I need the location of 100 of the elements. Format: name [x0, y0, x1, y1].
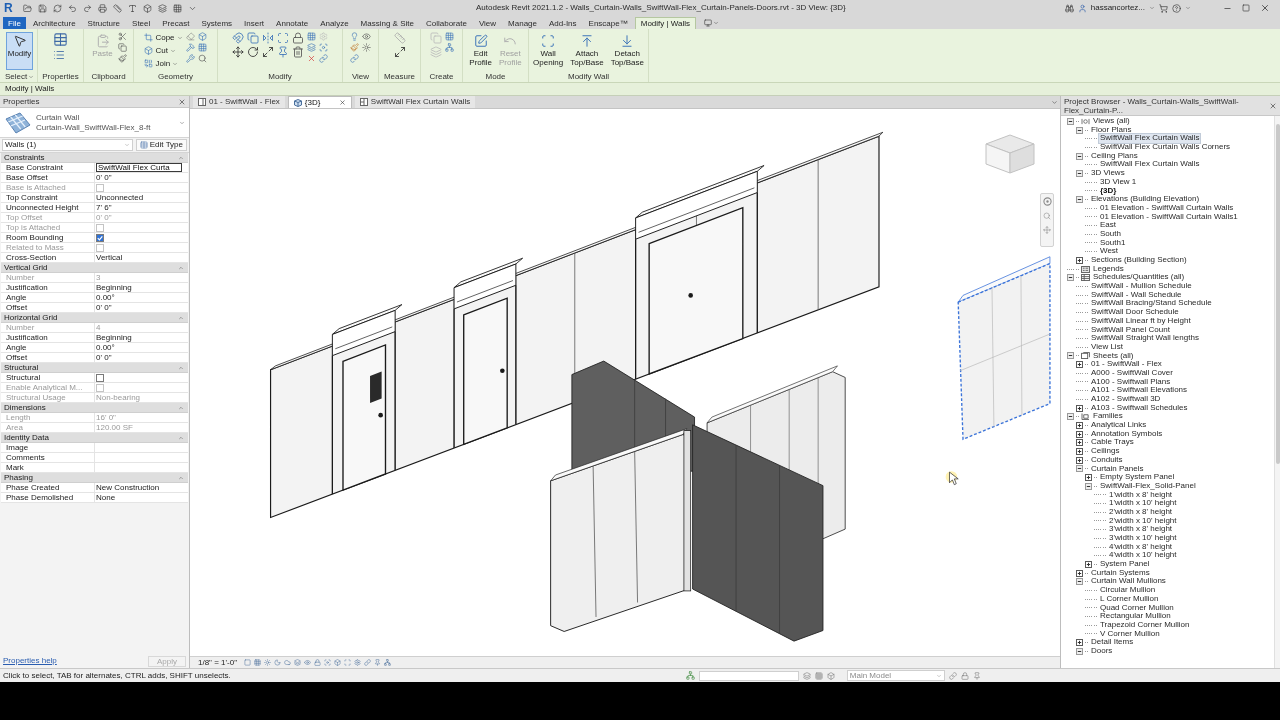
- layers-icon[interactable]: [307, 43, 316, 52]
- tree-item[interactable]: Legends: [1092, 264, 1125, 274]
- tree-item[interactable]: Curtain Systems: [1090, 568, 1151, 578]
- tree-item[interactable]: Cable Trays: [1090, 438, 1135, 448]
- ribbon-button[interactable]: Cut: [144, 45, 183, 56]
- cube-icon[interactable]: [334, 659, 341, 666]
- printer-icon[interactable]: [98, 3, 107, 13]
- tree-item[interactable]: Families: [1092, 412, 1124, 422]
- group-header[interactable]: Identity Data: [1, 433, 188, 443]
- tree-item[interactable]: 01 Elevation - SwiftWall Curtain Walls: [1099, 203, 1235, 213]
- ribbon-tab[interactable]: Annotate: [271, 17, 314, 29]
- ribbon-tab[interactable]: View: [473, 17, 502, 29]
- combine-icon[interactable]: [144, 59, 154, 68]
- ribbon-button[interactable]: Modify: [5, 32, 34, 70]
- tree-item[interactable]: 4'width x 10' height: [1108, 551, 1178, 561]
- app-logo[interactable]: R: [4, 1, 15, 15]
- scissors-icon[interactable]: [117, 32, 127, 41]
- gear-icon[interactable]: [319, 32, 328, 41]
- frame-corners-icon[interactable]: [344, 659, 351, 666]
- pencil-square-icon[interactable]: [473, 34, 488, 48]
- help-icon[interactable]: [1172, 3, 1181, 13]
- layers-icon[interactable]: [802, 671, 811, 680]
- tree-item[interactable]: A000 - SwiftWall Cover: [1090, 368, 1174, 378]
- link-icon[interactable]: [350, 54, 359, 63]
- ribbon-tab[interactable]: Architecture: [27, 17, 81, 29]
- copy-icon[interactable]: [429, 32, 442, 44]
- caret-icon[interactable]: [935, 672, 942, 679]
- minus-box-icon[interactable]: [1085, 482, 1092, 490]
- frame-corners-icon[interactable]: [541, 34, 556, 48]
- tree-item[interactable]: SwiftWall Flex Curtain Walls: [1099, 134, 1201, 144]
- property-value[interactable]: 0.00°: [96, 293, 115, 302]
- redo-icon[interactable]: [83, 3, 92, 13]
- link-icon[interactable]: [319, 54, 328, 63]
- layers-icon[interactable]: [158, 3, 167, 13]
- group-header[interactable]: Phasing: [1, 473, 188, 483]
- network-icon[interactable]: [685, 671, 695, 680]
- checkbox[interactable]: [96, 373, 104, 382]
- paintbrush-icon[interactable]: [117, 54, 127, 63]
- tree-item[interactable]: SwiftWall - Mullion Schedule: [1090, 282, 1193, 291]
- property-value[interactable]: Beginning: [96, 333, 132, 342]
- group-header[interactable]: Horizontal Grid: [1, 313, 188, 323]
- tree-item[interactable]: Trapezoid Corner Mullion: [1099, 620, 1191, 630]
- tree-item[interactable]: Doors: [1090, 646, 1114, 656]
- property-value[interactable]: None: [96, 493, 116, 502]
- undo-icon[interactable]: [68, 3, 77, 13]
- plus-box-icon[interactable]: [1076, 639, 1083, 647]
- cube-icon[interactable]: [826, 671, 835, 680]
- tree-item[interactable]: SwiftWall Flex Curtain Walls Corners: [1099, 143, 1232, 152]
- tree-item[interactable]: Analytical Links: [1090, 421, 1148, 430]
- chevron-up-icon[interactable]: [178, 364, 184, 371]
- sun-icon[interactable]: [362, 43, 371, 52]
- minus-box-icon[interactable]: [1076, 169, 1083, 177]
- diagonal-arrows-icon[interactable]: [393, 46, 406, 58]
- chevron-up-icon[interactable]: [178, 474, 184, 481]
- search-icon[interactable]: [197, 54, 207, 63]
- eye-icon[interactable]: [304, 659, 311, 666]
- ribbon-tab[interactable]: Systems: [196, 17, 238, 29]
- tree-item[interactable]: Empty System Panel: [1099, 473, 1176, 482]
- focus-icon[interactable]: [319, 43, 328, 52]
- ribbon-tab[interactable]: Enscape™: [583, 17, 633, 29]
- tree-item[interactable]: South: [1099, 229, 1122, 239]
- plus-box-icon[interactable]: [1076, 404, 1083, 412]
- group-header[interactable]: Constraints: [1, 153, 188, 163]
- tree-item[interactable]: Curtain Panels: [1090, 464, 1145, 474]
- ribbon-tab[interactable]: Collaborate: [420, 17, 472, 29]
- network-icon[interactable]: [384, 659, 391, 666]
- close-icon[interactable]: [1269, 101, 1277, 110]
- monitor-icon[interactable]: [704, 18, 713, 27]
- caret-icon[interactable]: [179, 119, 185, 126]
- tree-item[interactable]: {3D}: [1099, 186, 1118, 196]
- property-value[interactable]: 0.00°: [96, 343, 115, 352]
- plus-box-icon[interactable]: [1076, 361, 1083, 369]
- user-name[interactable]: hassancortez...: [1090, 2, 1145, 14]
- tree-item[interactable]: Ceilings: [1090, 447, 1121, 456]
- model-dropdown[interactable]: Main Model: [846, 670, 945, 681]
- hammer-icon[interactable]: [185, 43, 195, 52]
- caret-icon[interactable]: [1051, 98, 1058, 106]
- tree-item[interactable]: 2'width x 8' height: [1108, 507, 1174, 517]
- cart-icon[interactable]: [1159, 3, 1168, 13]
- sun-icon[interactable]: [264, 659, 271, 666]
- tree-item[interactable]: Conduits: [1090, 455, 1124, 465]
- ribbon-tab[interactable]: Structure: [82, 17, 126, 29]
- ribbon-button[interactable]: Detach Top/Base: [608, 32, 646, 69]
- tree-item[interactable]: 4'width x 8' height: [1108, 542, 1174, 552]
- cube-icon[interactable]: [144, 46, 154, 55]
- property-value[interactable]: 0' 0": [96, 353, 112, 362]
- ribbon-tab[interactable]: Manage: [503, 17, 542, 29]
- tree-item[interactable]: 1'width x 8' height: [1108, 490, 1174, 500]
- tree-item[interactable]: Sheets (all): [1092, 351, 1135, 361]
- binoculars-icon[interactable]: [1064, 3, 1074, 13]
- plus-box-icon[interactable]: [1076, 569, 1083, 577]
- tree-item[interactable]: A101 - Swiftwall Elevations: [1090, 386, 1189, 395]
- document-tab[interactable]: {3D}: [287, 96, 352, 108]
- ribbon-tab[interactable]: Analyze: [315, 17, 354, 29]
- property-input[interactable]: SwiftWall Flex Curta: [96, 163, 182, 172]
- maximize-icon[interactable]: [1242, 4, 1250, 12]
- minus-box-icon[interactable]: [1076, 196, 1083, 204]
- cube-icon[interactable]: [143, 3, 152, 13]
- chevron-up-icon[interactable]: [178, 154, 184, 161]
- document-tab[interactable]: 01 - SwiftWall - Flex: [193, 96, 285, 108]
